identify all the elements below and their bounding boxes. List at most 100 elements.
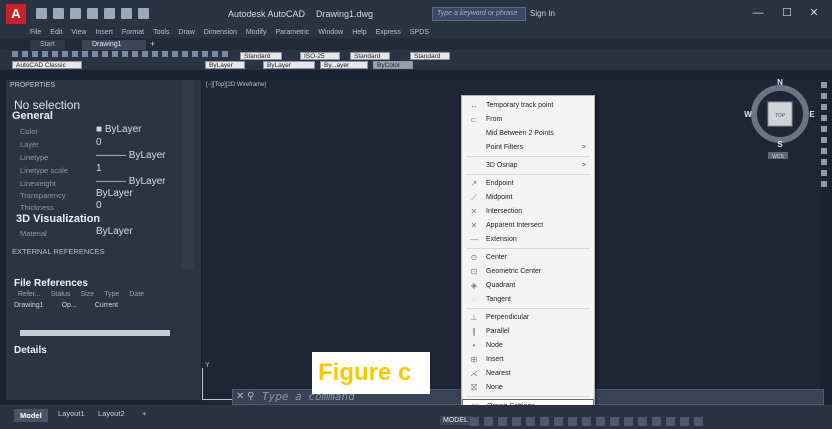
column-header[interactable]: Date: [129, 291, 144, 298]
osnap-toggle-icon[interactable]: [540, 416, 549, 426]
tool-icon[interactable]: [12, 51, 18, 57]
layer-dropdown[interactable]: ByLayer: [205, 61, 245, 69]
menu-dimension[interactable]: Dimension: [204, 28, 237, 38]
dim-style-dropdown[interactable]: ISO-25: [300, 52, 340, 60]
add-layout-button[interactable]: +: [142, 409, 146, 418]
menu-item-endpoint[interactable]: ↗ Endpoint: [462, 177, 594, 191]
tool-icon[interactable]: [52, 51, 58, 57]
nav-icon[interactable]: [821, 82, 827, 88]
save-icon[interactable]: [70, 8, 81, 19]
lineweight-dropdown[interactable]: By...ayer: [320, 61, 368, 69]
tool-icon[interactable]: [152, 51, 158, 57]
prop-value[interactable]: 0: [96, 200, 102, 211]
snap-toggle-icon[interactable]: [484, 416, 493, 426]
transparency-toggle-icon[interactable]: [582, 416, 591, 426]
customize-icon[interactable]: [694, 416, 703, 426]
menu-item-intersection[interactable]: ✕ Intersection: [462, 205, 594, 219]
3d-visualization-title[interactable]: 3D Visualization: [16, 213, 100, 225]
tool-icon[interactable]: [132, 51, 138, 57]
prop-value[interactable]: 1: [96, 163, 102, 174]
tool-icon[interactable]: [212, 51, 218, 57]
menu-item-3d-osnap[interactable]: 3D Osnap >: [462, 159, 594, 173]
menu-item-perpendicular[interactable]: ⊥ Perpendicular: [462, 311, 594, 325]
table-style-dropdown[interactable]: Standard: [350, 52, 390, 60]
details-title[interactable]: Details: [14, 345, 47, 356]
prop-value[interactable]: 0: [96, 137, 102, 148]
menu-item-geometric-center[interactable]: ⊡ Geometric Center: [462, 265, 594, 279]
viewcube-top-label[interactable]: TOP: [775, 113, 786, 119]
tool-icon[interactable]: [102, 51, 108, 57]
column-header[interactable]: Refer...: [18, 291, 41, 298]
tool-icon[interactable]: [72, 51, 78, 57]
open-icon[interactable]: [53, 8, 64, 19]
menu-file[interactable]: File: [30, 28, 41, 38]
units-icon[interactable]: [638, 416, 647, 426]
prop-value[interactable]: ■ ByLayer: [96, 124, 142, 135]
tool-icon[interactable]: [22, 51, 28, 57]
menu-window[interactable]: Window: [318, 28, 343, 38]
scale-icon[interactable]: [610, 416, 619, 426]
menu-item-apparent-intersect[interactable]: ✕ Apparent Intersect: [462, 219, 594, 233]
tool-icon[interactable]: [32, 51, 38, 57]
tab-layout2[interactable]: Layout2: [98, 409, 125, 418]
isodraft-toggle-icon[interactable]: [526, 416, 535, 426]
menu-spds[interactable]: SPDS: [410, 28, 429, 38]
tool-icon[interactable]: [192, 51, 198, 57]
tab-drawing1[interactable]: Drawing1: [82, 40, 146, 50]
workspace-icon[interactable]: [624, 416, 633, 426]
menu-item-point-filters[interactable]: Point Filters >: [462, 141, 594, 155]
menu-edit[interactable]: Edit: [50, 28, 62, 38]
close-button[interactable]: ✕: [804, 5, 824, 21]
hardware-accel-icon[interactable]: [666, 416, 675, 426]
tool-icon[interactable]: [222, 51, 228, 57]
column-header[interactable]: Status: [51, 291, 71, 298]
menu-item-quadrant[interactable]: ◈ Quadrant: [462, 279, 594, 293]
prop-value[interactable]: ——— ByLayer: [96, 176, 165, 187]
nav-icon[interactable]: [821, 181, 827, 187]
nav-icon[interactable]: [821, 104, 827, 110]
menu-view[interactable]: View: [71, 28, 86, 38]
annotation-icon[interactable]: [596, 416, 605, 426]
tool-icon[interactable]: [62, 51, 68, 57]
menu-item-mid-between-2-points[interactable]: Mid Between 2 Points: [462, 127, 594, 141]
viewport-controls-label[interactable]: [−][Top][2D Wireframe]: [206, 82, 266, 88]
menu-format[interactable]: Format: [122, 28, 144, 38]
menu-item-none[interactable]: ⛝ None: [462, 381, 594, 395]
viewcube[interactable]: TOP N S E W WCS: [742, 72, 822, 166]
tool-icon[interactable]: [82, 51, 88, 57]
menu-help[interactable]: Help: [352, 28, 366, 38]
tool-icon[interactable]: [92, 51, 98, 57]
menu-tools[interactable]: Tools: [153, 28, 169, 38]
otrack-toggle-icon[interactable]: [554, 416, 563, 426]
grid-toggle-icon[interactable]: [470, 416, 479, 426]
save-as-icon[interactable]: [87, 8, 98, 19]
sign-in-link[interactable]: Sign In: [530, 9, 555, 18]
column-header[interactable]: Size: [80, 291, 94, 298]
print-icon[interactable]: [104, 8, 115, 19]
menu-item-tangent[interactable]: ◌ Tangent: [462, 293, 594, 307]
menu-modify[interactable]: Modify: [246, 28, 267, 38]
tool-icon[interactable]: [142, 51, 148, 57]
tool-icon[interactable]: [122, 51, 128, 57]
nav-icon[interactable]: [821, 170, 827, 176]
menu-item-center[interactable]: ⊙ Center: [462, 251, 594, 265]
tool-icon[interactable]: [42, 51, 48, 57]
isolate-icon[interactable]: [652, 416, 661, 426]
nav-icon[interactable]: [821, 137, 827, 143]
plotstyle-dropdown[interactable]: ByColor: [373, 61, 413, 69]
menu-item-parallel[interactable]: ∥ Parallel: [462, 325, 594, 339]
maximize-button[interactable]: ☐: [777, 5, 797, 21]
tab-start[interactable]: Start: [30, 40, 65, 50]
prop-value[interactable]: ByLayer: [96, 226, 133, 237]
menu-item-nearest[interactable]: ⋌ Nearest: [462, 367, 594, 381]
menu-parametric[interactable]: Parametric: [275, 28, 309, 38]
wcs-label[interactable]: WCS: [772, 154, 784, 160]
horizontal-scrollbar[interactable]: [20, 330, 170, 336]
tool-icon[interactable]: [172, 51, 178, 57]
prop-value[interactable]: ByLayer: [96, 188, 133, 199]
workspace-dropdown[interactable]: AutoCAD Classic: [12, 61, 82, 69]
polar-toggle-icon[interactable]: [512, 416, 521, 426]
tool-icon[interactable]: [202, 51, 208, 57]
menu-item-insert[interactable]: ⊞ Insert: [462, 353, 594, 367]
model-space-button[interactable]: MODEL: [440, 416, 471, 425]
